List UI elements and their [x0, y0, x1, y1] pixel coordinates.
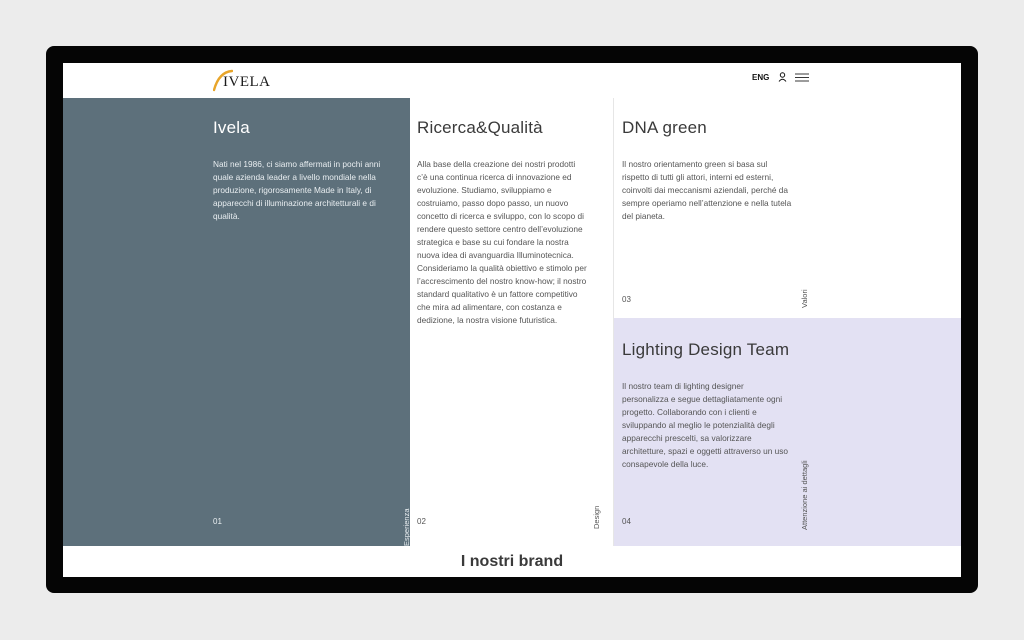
card-text: Alla base della creazione dei nostri pro…: [417, 159, 587, 325]
card-ricerca-qualita: Ricerca&Qualità Alla base della creazion…: [410, 98, 614, 546]
card-side-label: Attenzione ai dettagli: [800, 460, 809, 530]
card-title: Ivela: [213, 118, 250, 137]
card-number: 04: [622, 517, 631, 526]
card-number: 01: [213, 517, 222, 526]
card-number: 03: [622, 295, 631, 304]
card-lighting-design-team: Lighting Design Team Il nostro team di l…: [614, 318, 961, 546]
browser-viewport: IVELA ENG Ivela Nati nel 1986, ci siamo …: [63, 63, 961, 577]
hamburger-menu-icon[interactable]: [795, 73, 809, 82]
card-ivela: Ivela Nati nel 1986, ci siamo affermati …: [63, 98, 411, 546]
card-title: DNA green: [622, 118, 707, 137]
user-icon[interactable]: [778, 72, 787, 82]
card-side-label: Valori: [800, 289, 809, 308]
card-text: Nati nel 1986, ci siamo affermati in poc…: [213, 159, 381, 221]
language-switch[interactable]: ENG: [752, 73, 769, 82]
site-header: IVELA ENG: [63, 63, 961, 98]
card-side-label: Design: [592, 505, 601, 529]
card-title: Ricerca&Qualità: [417, 118, 543, 137]
card-text: Il nostro orientamento green si basa sul…: [622, 159, 792, 221]
card-dna-green: DNA green Il nostro orientamento green s…: [614, 98, 961, 318]
card-number: 02: [417, 517, 426, 526]
brands-heading: I nostri brand: [460, 553, 564, 570]
card-title: Lighting Design Team: [622, 340, 790, 359]
logo-text: IVELA: [223, 74, 271, 90]
ivela-logo[interactable]: IVELA: [213, 68, 273, 92]
card-text: Il nostro team di lighting designer pers…: [622, 381, 789, 469]
